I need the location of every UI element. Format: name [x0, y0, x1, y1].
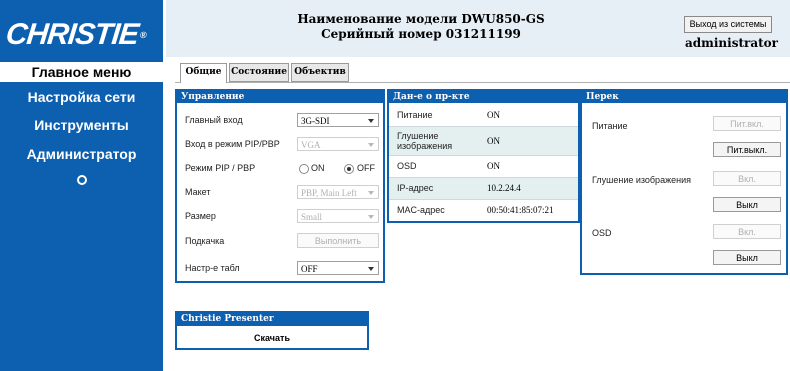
info-value-mute: ON: [487, 136, 500, 146]
sidebar: CHRISTIE® Главное меню Настройка сети Ин…: [0, 0, 163, 371]
table-setup-select[interactable]: OFF: [297, 261, 379, 275]
osd-off-button[interactable]: Выкл: [713, 250, 781, 265]
info-label-ip: IP-адрес: [397, 183, 434, 193]
sidebar-item-tools[interactable]: Инструменты: [0, 116, 163, 134]
trademark-symbol: ®: [139, 30, 147, 40]
layout-label: Макет: [185, 187, 211, 197]
info-row-mac: MAC-адрес 00:50:41:85:07:21: [389, 200, 578, 221]
info-label-power: Питание: [397, 110, 433, 120]
chevron-down-icon: [368, 267, 374, 271]
info-row-ip: IP-адрес 10.2.24.4: [389, 178, 578, 200]
swap-execute-button[interactable]: Выполнить: [297, 233, 379, 248]
size-select[interactable]: Small: [297, 209, 379, 223]
main-input-label: Главный вход: [185, 115, 243, 125]
chevron-down-icon: [368, 143, 374, 147]
control-panel-title: Управление: [177, 91, 383, 103]
table-setup-label: Настр-е табл: [185, 263, 240, 273]
info-value-osd: ON: [487, 161, 500, 171]
pip-input-value: VGA: [301, 140, 321, 150]
christie-logo: CHRISTIE®: [4, 18, 160, 52]
info-value-power: ON: [487, 110, 500, 120]
power-label: Питание: [592, 121, 628, 131]
info-row-power: Питание ON: [389, 105, 578, 127]
presenter-panel: Christie Presenter Скачать: [175, 311, 369, 350]
table-setup-value: OFF: [301, 264, 318, 274]
circle-icon[interactable]: [77, 175, 87, 185]
control-panel: Управление Главный вход 3G-SDI Вход в ре…: [175, 89, 385, 283]
pip-off-radio[interactable]: [344, 164, 354, 174]
pip-off-label: OFF: [357, 163, 375, 173]
tabs-baseline: [175, 82, 790, 83]
mute-on-button[interactable]: Вкл.: [713, 171, 781, 186]
projector-info-title: Дан-е о пр-кте: [389, 91, 578, 103]
switch-panel-title: Перек: [582, 91, 786, 103]
tab-general[interactable]: Общие: [180, 63, 227, 83]
download-link[interactable]: Скачать: [177, 333, 367, 344]
info-row-mute: Глушение изображения ON: [389, 127, 578, 156]
logout-button[interactable]: Выход из системы: [684, 16, 772, 33]
info-label-mute: Глушение изображения: [397, 131, 453, 151]
model-info: Наименование модели DWU850-GS Серийный н…: [296, 12, 546, 42]
main-input-select[interactable]: 3G-SDI: [297, 113, 379, 127]
chevron-down-icon: [368, 119, 374, 123]
pip-on-label: ON: [311, 163, 325, 173]
main-input-value: 3G-SDI: [301, 116, 330, 126]
pip-mode-label: Режим PIP / PBP: [185, 163, 256, 173]
pip-on-radio[interactable]: [299, 164, 309, 174]
osd-on-button[interactable]: Вкл.: [713, 224, 781, 239]
sidebar-item-main-menu[interactable]: Главное меню: [0, 63, 163, 81]
model-name: Наименование модели DWU850-GS: [297, 12, 545, 26]
pip-input-label: Вход в режим PIP/PBP: [185, 139, 280, 149]
tab-status[interactable]: Состояние: [229, 63, 289, 82]
chevron-down-icon: [368, 191, 374, 195]
username-label: administrator: [685, 36, 778, 50]
info-value-ip: 10.2.24.4: [487, 183, 521, 193]
switch-panel: Перек Питание Пит.вкл. Пит.выкл. Глушени…: [580, 89, 788, 275]
size-label: Размер: [185, 211, 216, 221]
info-row-osd: OSD ON: [389, 156, 578, 178]
layout-value: PBP, Main Left: [301, 188, 357, 198]
sidebar-item-network-settings[interactable]: Настройка сети: [0, 88, 163, 106]
chevron-down-icon: [368, 215, 374, 219]
projector-info-panel: Дан-е о пр-кте Питание ON Глушение изобр…: [387, 89, 580, 223]
osd-label: OSD: [592, 228, 612, 238]
info-label-osd: OSD: [397, 161, 417, 171]
info-label-mac: MAC-адрес: [397, 205, 445, 215]
info-value-mac: 00:50:41:85:07:21: [487, 205, 554, 215]
mute-off-button[interactable]: Выкл: [713, 197, 781, 212]
power-on-button[interactable]: Пит.вкл.: [713, 116, 781, 131]
size-value: Small: [301, 212, 323, 222]
logo-text: CHRISTIE: [4, 18, 140, 51]
tab-lens[interactable]: Объектив: [291, 63, 349, 82]
power-off-button[interactable]: Пит.выкл.: [713, 142, 781, 157]
serial-number: Серийный номер 031211199: [321, 27, 521, 41]
layout-select[interactable]: PBP, Main Left: [297, 185, 379, 199]
presenter-panel-title: Christie Presenter: [177, 313, 367, 326]
pip-input-select[interactable]: VGA: [297, 137, 379, 151]
swap-label: Подкачка: [185, 236, 225, 246]
mute-label: Глушение изображения: [592, 175, 691, 185]
sidebar-item-administrator[interactable]: Администратор: [0, 145, 163, 163]
